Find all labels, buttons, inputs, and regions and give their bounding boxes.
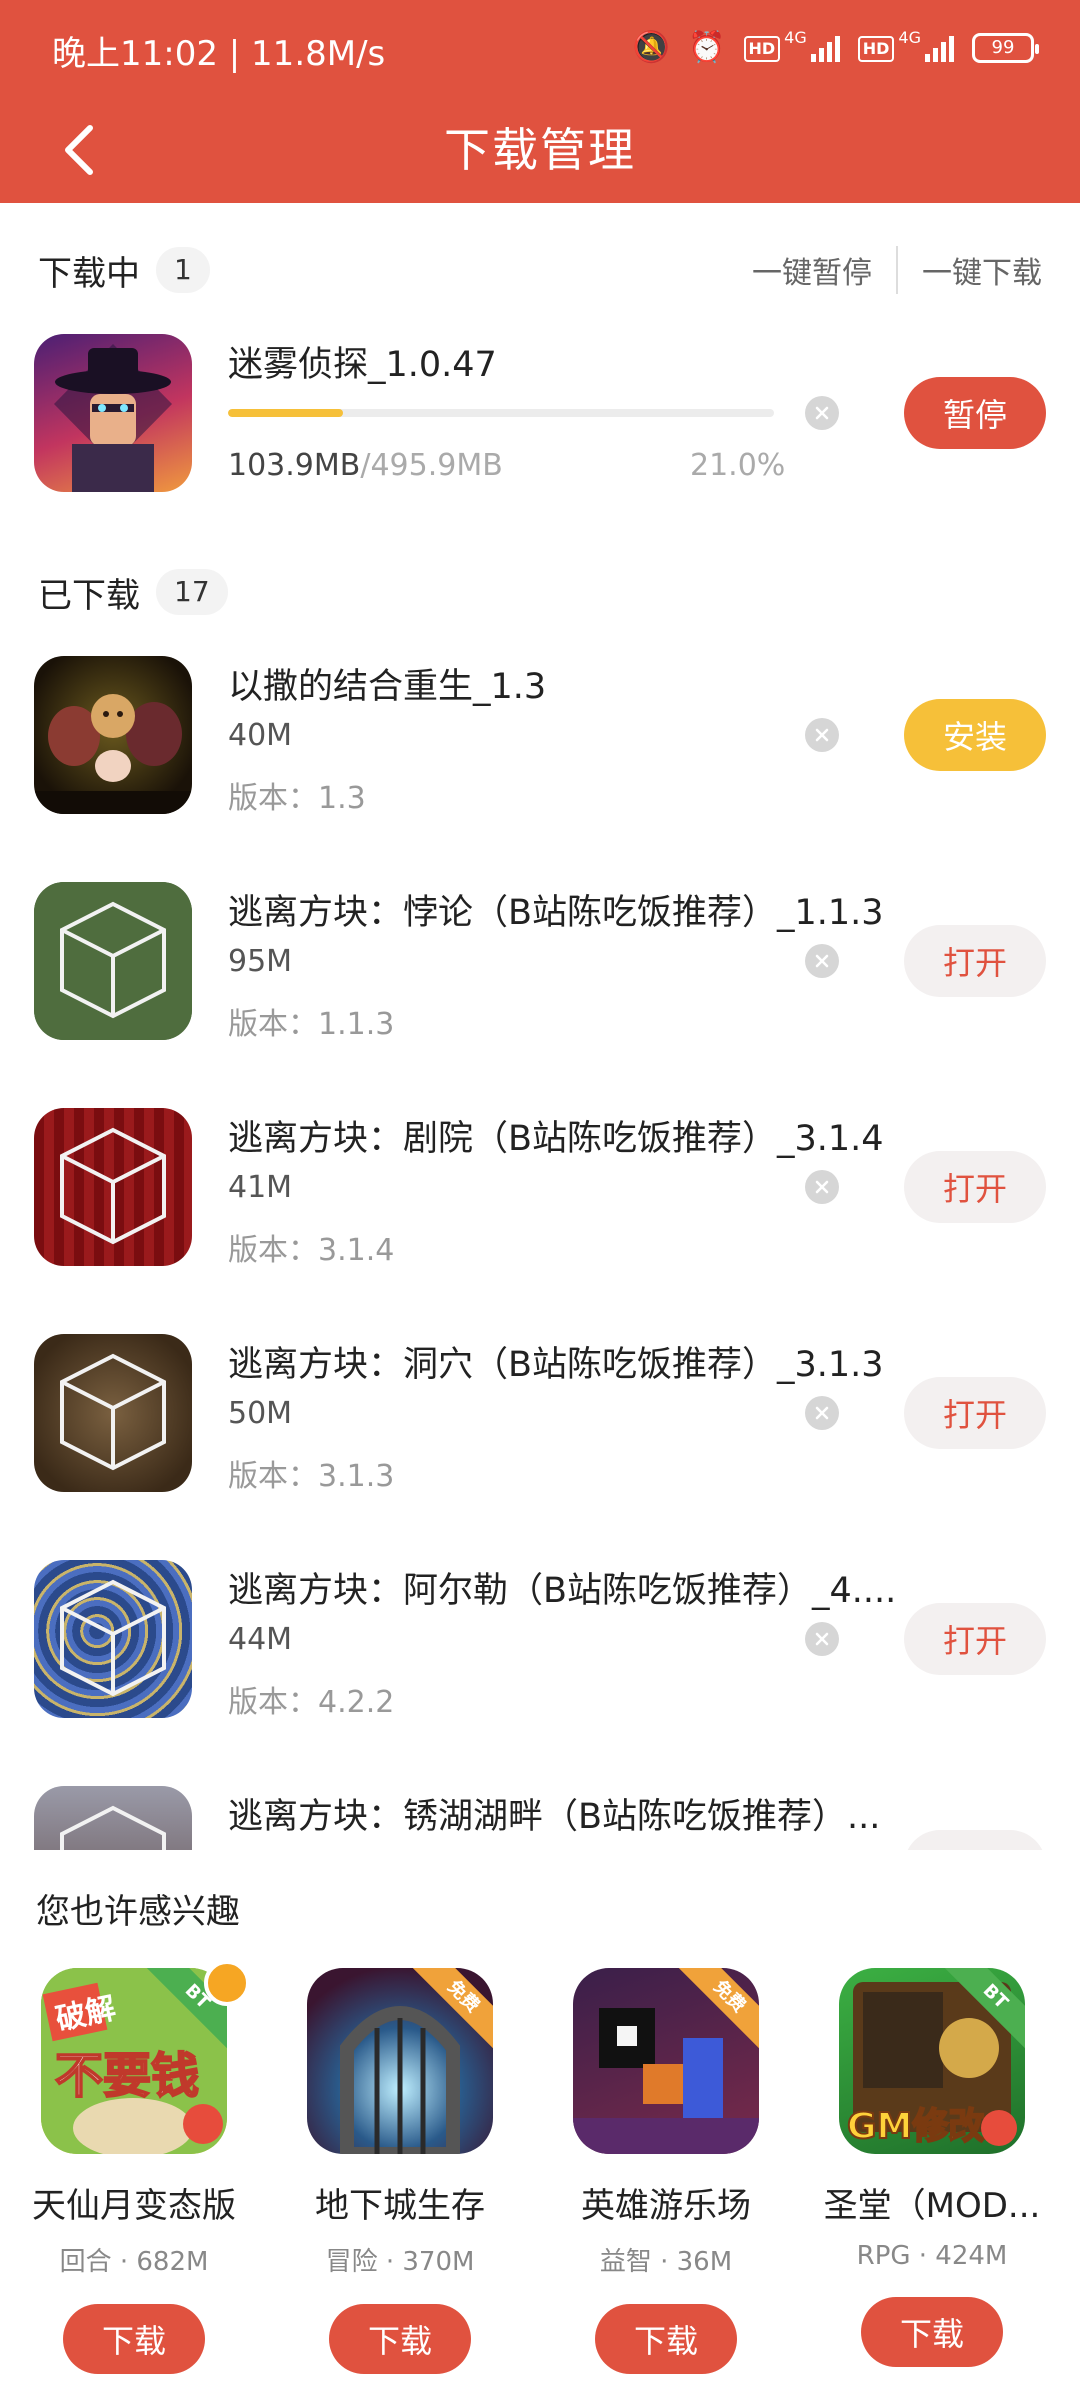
downloaded-label: 已下载: [38, 575, 140, 616]
delete-button[interactable]: [805, 718, 839, 752]
mute-icon: 🔕: [632, 30, 671, 65]
downloaded-section-header: 已下载 17: [38, 562, 228, 622]
downloaded-count: 17: [156, 569, 228, 615]
close-icon: [815, 1180, 829, 1194]
app-version: 版本：4.2.2: [228, 1685, 395, 1720]
download-button[interactable]: 下载: [329, 2304, 471, 2374]
recommend-meta: 回合 · 682M: [59, 2247, 209, 2277]
alarm-icon: ⏰: [688, 30, 726, 65]
divider: [896, 246, 898, 294]
header: 下载管理: [0, 100, 1080, 203]
open-button[interactable]: 打开: [904, 1151, 1046, 1223]
signal-2: HD 4G: [857, 29, 954, 62]
downloading-label: 下载中: [38, 253, 140, 294]
app-size: 44M: [228, 1622, 293, 1657]
app-name: 逃离方块：锈湖湖畔（B站陈吃饭推荐）...: [228, 1797, 881, 1837]
delete-button[interactable]: [805, 396, 839, 430]
app-icon[interactable]: [34, 882, 192, 1040]
app-icon[interactable]: [34, 1108, 192, 1266]
downloading-section-header: 下载中 1: [38, 240, 210, 300]
open-button[interactable]: 打开: [904, 1377, 1046, 1449]
app-size: 41M: [228, 1170, 293, 1205]
app-name: 以撒的结合重生_1.3: [228, 667, 547, 707]
app-name: 逃离方块：洞穴（B站陈吃饭推荐）_3.1.3: [228, 1345, 884, 1385]
recommend-card[interactable]: GM修改 BT 圣堂（MOD... RPG · 424M 下载: [812, 1968, 1052, 2367]
install-button[interactable]: 安装: [904, 699, 1046, 771]
open-button[interactable]: 打开: [904, 1603, 1046, 1675]
close-icon: [815, 728, 829, 742]
recommend-card[interactable]: 免费 英雄游乐场 益智 · 36M 下载: [546, 1968, 786, 2374]
hd-icon: HD: [743, 35, 781, 62]
app-icon[interactable]: [34, 334, 192, 492]
recommend-card[interactable]: 破解 不要钱 BT 天仙月变态版 回合 · 682M 下载: [14, 1960, 254, 2374]
app-version: 版本：3.1.4: [228, 1233, 395, 1268]
progress-bar: [228, 409, 774, 417]
app-size: 40M: [228, 718, 293, 753]
download-button[interactable]: 下载: [861, 2297, 1003, 2367]
app-icon[interactable]: 免费: [307, 1968, 493, 2154]
icon-caption: GM修改: [847, 2106, 984, 2147]
app-icon[interactable]: [34, 1560, 192, 1718]
close-icon: [815, 406, 829, 420]
signal-1: HD 4G: [743, 29, 840, 62]
recommend-title: 您也许感兴趣: [36, 1892, 240, 1932]
open-button[interactable]: 打开: [904, 925, 1046, 997]
app-version: 版本：1.1.3: [228, 1007, 395, 1042]
downloaded-size: 103.9MB: [228, 448, 361, 483]
close-icon: [815, 1406, 829, 1420]
download-size: 103.9MB/495.9MB: [228, 448, 503, 483]
recommend-meta: RPG · 424M: [856, 2241, 1008, 2271]
download-button[interactable]: 下载: [595, 2304, 737, 2374]
progress-fill: [228, 409, 343, 417]
total-size: /495.9MB: [360, 448, 503, 483]
recommend-card[interactable]: 免费 地下城生存 冒险 · 370M 下载: [280, 1968, 520, 2374]
app-name: 逃离方块：阿尔勒（B站陈吃饭推荐）_4....: [228, 1571, 897, 1611]
progress-percent: 21.0%: [690, 448, 786, 483]
signal-bars-icon: [810, 34, 840, 62]
recommend-name: 天仙月变态版: [32, 2186, 236, 2226]
app-name: 逃离方块：悖论（B站陈吃饭推荐）_1.1.3: [228, 893, 884, 933]
hd-icon: HD: [857, 35, 895, 62]
recommend-meta: 益智 · 36M: [599, 2247, 733, 2277]
app-icon[interactable]: [34, 656, 192, 814]
app-size: 50M: [228, 1396, 293, 1431]
download-all-button[interactable]: 一键下载: [922, 248, 1042, 292]
app-name: 迷雾侦探_1.0.47: [228, 345, 497, 385]
signal-bars-icon: [925, 34, 954, 62]
recommend-name: 地下城生存: [315, 2186, 485, 2226]
app-size: 95M: [228, 944, 293, 979]
close-icon: [815, 1632, 829, 1646]
delete-button[interactable]: [805, 944, 839, 978]
app-icon[interactable]: GM修改 BT: [839, 1968, 1025, 2154]
close-icon: [815, 954, 829, 968]
icon-caption: 不要钱: [55, 2048, 199, 2104]
gift-icon: [204, 1960, 250, 2006]
delete-button[interactable]: [805, 1396, 839, 1430]
downloading-count: 1: [156, 247, 210, 293]
app-version: 版本：1.3: [228, 781, 366, 816]
app-icon[interactable]: 破解 不要钱 BT: [41, 1968, 227, 2154]
top-bar: 晚上11:02 | 11.8M/s 🔕 ⏰ HD 4G HD 4G 99 下载管…: [0, 0, 1080, 203]
network-type: 4G: [784, 27, 807, 47]
app-icon[interactable]: [34, 1334, 192, 1492]
network-type: 4G: [898, 27, 921, 47]
recommend-meta: 冒险 · 370M: [325, 2247, 475, 2277]
bulk-actions: 一键暂停 一键下载: [752, 246, 1042, 294]
app-version: 版本：3.1.3: [228, 1459, 395, 1494]
page-title: 下载管理: [444, 123, 636, 177]
status-icons: 🔕 ⏰ HD 4G HD 4G 99: [632, 29, 1039, 65]
battery-icon: 99: [972, 32, 1039, 63]
app-icon[interactable]: 免费: [573, 1968, 759, 2154]
status-bar: 晚上11:02 | 11.8M/s 🔕 ⏰ HD 4G HD 4G 99: [0, 0, 1080, 100]
recommend-name: 圣堂（MOD...: [823, 2186, 1041, 2226]
app-name: 逃离方块：剧院（B站陈吃饭推荐）_3.1.4: [228, 1119, 884, 1159]
battery-level: 99: [991, 36, 1015, 58]
download-button[interactable]: 下载: [63, 2304, 205, 2374]
delete-button[interactable]: [805, 1170, 839, 1204]
pause-button[interactable]: 暂停: [904, 377, 1046, 449]
delete-button[interactable]: [805, 1622, 839, 1656]
status-time: 晚上11:02 | 11.8M/s: [52, 34, 386, 74]
recommend-name: 英雄游乐场: [581, 2186, 751, 2226]
pause-all-button[interactable]: 一键暂停: [752, 248, 872, 292]
